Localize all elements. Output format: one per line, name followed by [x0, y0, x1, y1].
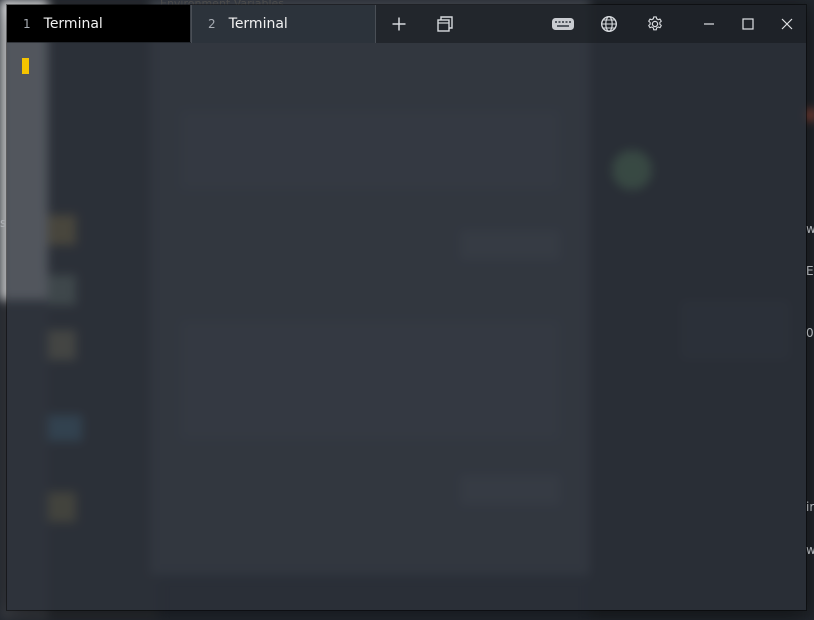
- terminal-cursor: [22, 58, 29, 74]
- gear-icon: [648, 16, 662, 31]
- settings-button[interactable]: [635, 5, 675, 43]
- globe-icon: [600, 15, 618, 33]
- terminal-output-area[interactable]: [7, 43, 806, 610]
- tab-terminal-1[interactable]: 1 Terminal: [7, 5, 191, 42]
- minimize-icon: [704, 23, 714, 25]
- close-icon: [781, 18, 793, 30]
- background-edge-char: E: [806, 264, 814, 278]
- tab-index: 1: [23, 16, 31, 31]
- duplicate-tab-button[interactable]: [425, 5, 465, 43]
- maximize-icon: [742, 18, 754, 30]
- keyboard-icon: [552, 18, 574, 30]
- plus-icon: [392, 17, 406, 31]
- close-button[interactable]: [767, 5, 807, 43]
- tab-index: 2: [208, 17, 216, 31]
- background-edge-char: s: [0, 216, 7, 230]
- tab-label: Terminal: [43, 15, 103, 32]
- background-edge-char: w: [806, 222, 814, 236]
- new-tab-button[interactable]: [379, 5, 419, 43]
- background-edge-char: w: [806, 543, 814, 557]
- tab-terminal-2[interactable]: 2 Terminal: [191, 5, 376, 43]
- minimize-button[interactable]: [689, 5, 729, 43]
- terminal-window: 1 Terminal 2 Terminal: [7, 5, 806, 610]
- duplicate-tab-icon: [437, 16, 453, 32]
- background-edge-char: ir: [806, 500, 814, 514]
- title-bar[interactable]: 1 Terminal 2 Terminal: [7, 5, 806, 43]
- maximize-button[interactable]: [728, 5, 768, 43]
- tab-label: Terminal: [228, 16, 288, 32]
- keyboard-button[interactable]: [543, 5, 583, 43]
- background-edge-char: 0.: [806, 326, 814, 340]
- language-button[interactable]: [589, 5, 629, 43]
